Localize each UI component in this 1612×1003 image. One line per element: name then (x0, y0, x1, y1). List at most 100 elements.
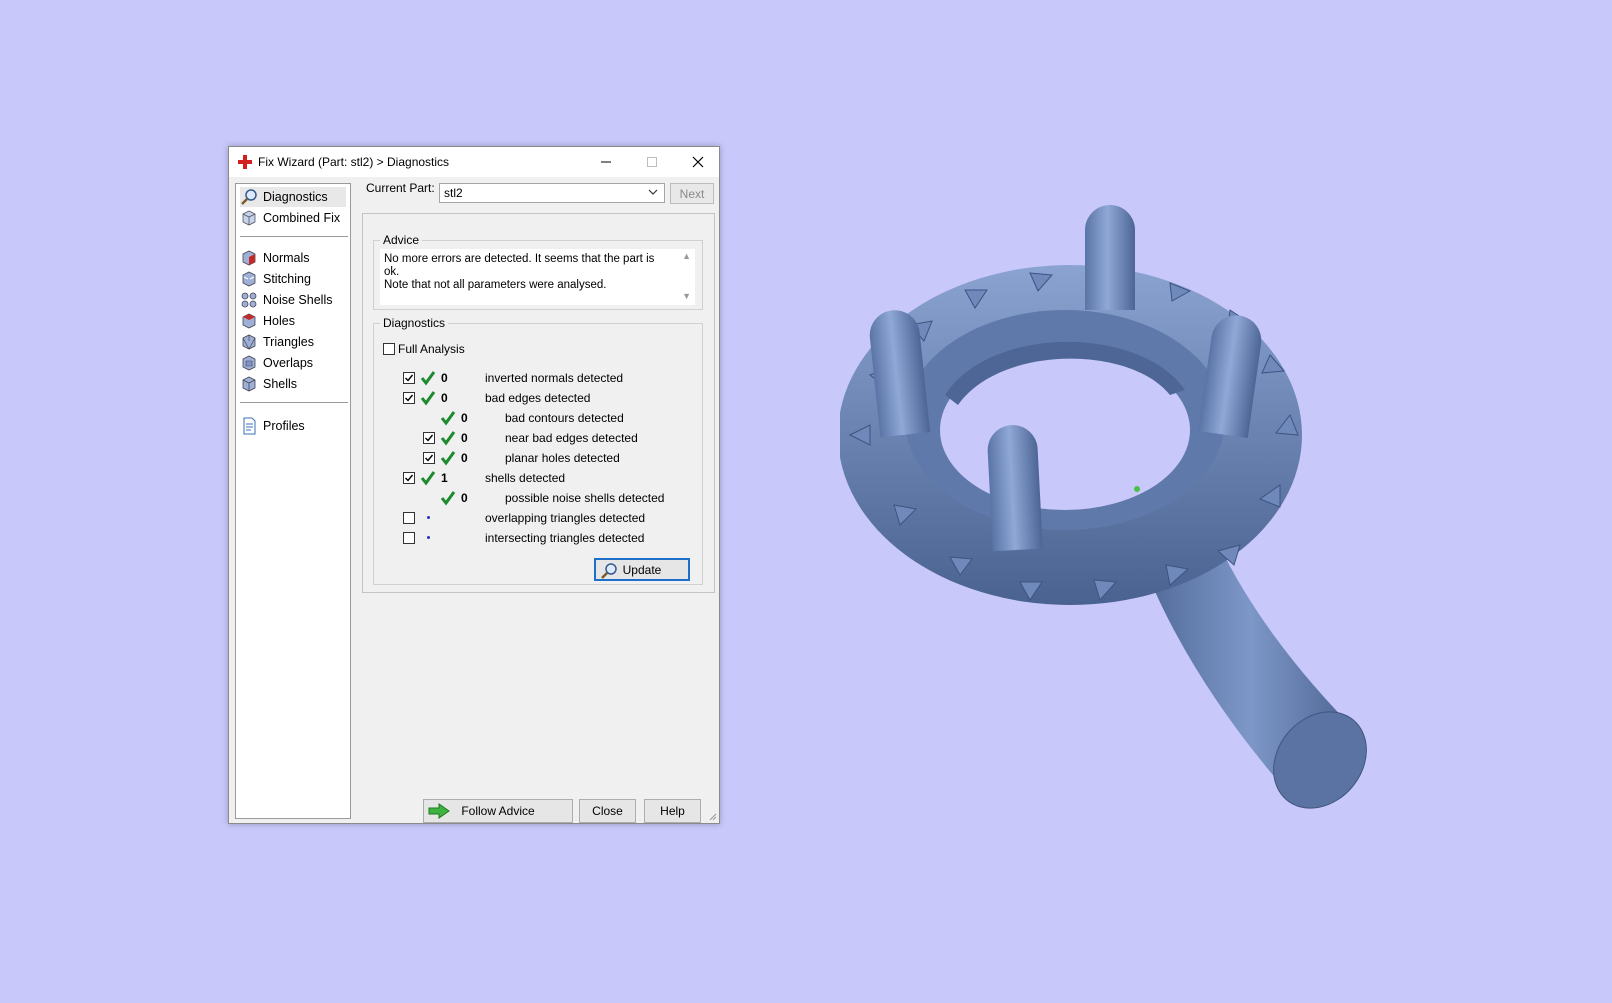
update-label: Update (622, 562, 662, 577)
diag-count: 0 (461, 411, 468, 425)
diag-count: 0 (441, 371, 448, 385)
checkmark-icon (440, 491, 456, 506)
diag-count: 0 (441, 391, 448, 405)
3d-ring-model[interactable] (840, 195, 1400, 835)
diagnostics-group: Diagnostics Full Analysis 0 inverted nor… (373, 316, 703, 585)
scroll-down-icon[interactable]: ▼ (682, 291, 691, 301)
close-window-button[interactable] (675, 147, 721, 177)
nav-item-diagnostics[interactable]: Diagnostics (240, 187, 346, 207)
diag-label: overlapping triangles detected (485, 511, 646, 525)
nav-item-noise-shells[interactable]: Noise Shells (240, 290, 332, 310)
cube-icon (242, 210, 256, 226)
nav-item-normals[interactable]: Normals (240, 248, 310, 268)
not-analysed-dot-icon (427, 516, 430, 519)
minimize-button[interactable] (583, 147, 629, 177)
diag-count: 0 (461, 491, 468, 505)
diag-checkbox[interactable] (423, 432, 435, 444)
diag-count: 1 (441, 471, 448, 485)
diag-row-noise-shells: 0 possible noise shells detected (374, 490, 694, 506)
follow-advice-label: Follow Advice (461, 804, 535, 818)
checkmark-icon (420, 471, 436, 486)
green-marker (1134, 486, 1140, 492)
diag-checkbox[interactable] (423, 452, 435, 464)
nav-item-holes[interactable]: Holes (240, 311, 295, 331)
nav-separator (240, 402, 348, 403)
diag-row-intersecting-triangles: intersecting triangles detected (374, 530, 694, 546)
nav-item-profiles[interactable]: Profiles (240, 416, 305, 436)
magnifier-icon (601, 563, 617, 579)
advice-title: Advice (380, 233, 423, 247)
nav-item-triangles[interactable]: Triangles (240, 332, 314, 352)
diag-checkbox[interactable] (403, 512, 415, 524)
overlaps-cube-icon (242, 355, 256, 371)
diag-row-bad-contours: 0 bad contours detected (374, 410, 694, 426)
nav-item-label: Overlaps (263, 356, 314, 370)
checkmark-icon (420, 391, 436, 406)
diag-label: intersecting triangles detected (485, 531, 645, 545)
full-analysis-label: Full Analysis (398, 342, 465, 356)
diagnostics-panel: Advice No more errors are detected. It s… (362, 213, 715, 593)
close-button[interactable]: Close (579, 799, 636, 823)
diag-label: possible noise shells detected (505, 491, 665, 505)
nav-item-shells[interactable]: Shells (240, 374, 297, 394)
diag-label: shells detected (485, 471, 566, 485)
nav-item-label: Normals (263, 251, 310, 265)
normals-cube-icon (242, 250, 256, 266)
checkmark-icon (440, 451, 456, 466)
nav-item-label: Combined Fix (263, 211, 341, 225)
diag-label: bad edges detected (485, 391, 591, 405)
diag-checkbox[interactable] (403, 532, 415, 544)
advice-group: Advice No more errors are detected. It s… (373, 233, 703, 310)
update-button[interactable]: Update (594, 558, 690, 581)
full-analysis-checkbox[interactable] (383, 343, 395, 355)
title-bar[interactable]: Fix Wizard (Part: stl2) > Diagnostics (229, 147, 719, 177)
diag-row-overlapping-triangles: overlapping triangles detected (374, 510, 694, 526)
nav-item-label: Diagnostics (263, 190, 328, 204)
minimize-icon (601, 161, 611, 163)
document-icon (243, 417, 256, 435)
diag-row-bad-edges: 0 bad edges detected (374, 390, 694, 406)
next-button[interactable]: Next (670, 183, 714, 204)
diag-label: inverted normals detected (485, 371, 624, 385)
diagnostics-title: Diagnostics (380, 316, 449, 330)
diag-count: 0 (461, 451, 468, 465)
checkmark-icon (440, 411, 456, 426)
current-part-label: Current Part: (366, 181, 435, 195)
diag-label: planar holes detected (505, 451, 620, 465)
nav-item-combined-fix[interactable]: Combined Fix (240, 208, 340, 228)
shells-cube-icon (242, 376, 256, 392)
follow-advice-button[interactable]: Follow Advice (423, 799, 573, 823)
nav-item-label: Shells (263, 377, 298, 391)
checkmark-icon (420, 371, 436, 386)
stitching-cube-icon (242, 271, 256, 287)
window-title: Fix Wizard (Part: stl2) > Diagnostics (258, 155, 450, 169)
nav-item-label: Profiles (263, 419, 305, 433)
scroll-up-icon[interactable]: ▲ (682, 251, 691, 261)
maximize-button (629, 147, 675, 177)
chevron-down-icon (648, 189, 658, 195)
diag-count: 0 (461, 431, 468, 445)
red-cross-icon (238, 155, 252, 169)
noise-shells-icon (241, 292, 257, 308)
current-part-value: stl2 (444, 186, 463, 200)
diag-row-near-bad-edges: 0 near bad edges detected (374, 430, 694, 446)
current-part-select[interactable]: stl2 (439, 183, 665, 203)
resize-grip-icon[interactable] (707, 811, 717, 821)
diag-checkbox[interactable] (403, 472, 415, 484)
diag-checkbox[interactable] (403, 392, 415, 404)
advice-text-area[interactable]: No more errors are detected. It seems th… (380, 249, 695, 305)
diag-label: bad contours detected (505, 411, 624, 425)
nav-item-overlaps[interactable]: Overlaps (240, 353, 313, 373)
nav-item-stitching[interactable]: Stitching (240, 269, 311, 289)
nav-separator (240, 236, 348, 237)
fix-wizard-window: Fix Wizard (Part: stl2) > Diagnostics Di… (228, 146, 720, 824)
triangles-cube-icon (242, 334, 256, 350)
close-icon (692, 156, 704, 168)
advice-text: No more errors are detected. It seems th… (384, 253, 655, 291)
not-analysed-dot-icon (427, 536, 430, 539)
arrow-right-icon (428, 803, 450, 819)
diag-row-shells: 1 shells detected (374, 470, 694, 486)
help-button[interactable]: Help (644, 799, 701, 823)
diag-checkbox[interactable] (403, 372, 415, 384)
nav-item-label: Holes (263, 314, 295, 328)
